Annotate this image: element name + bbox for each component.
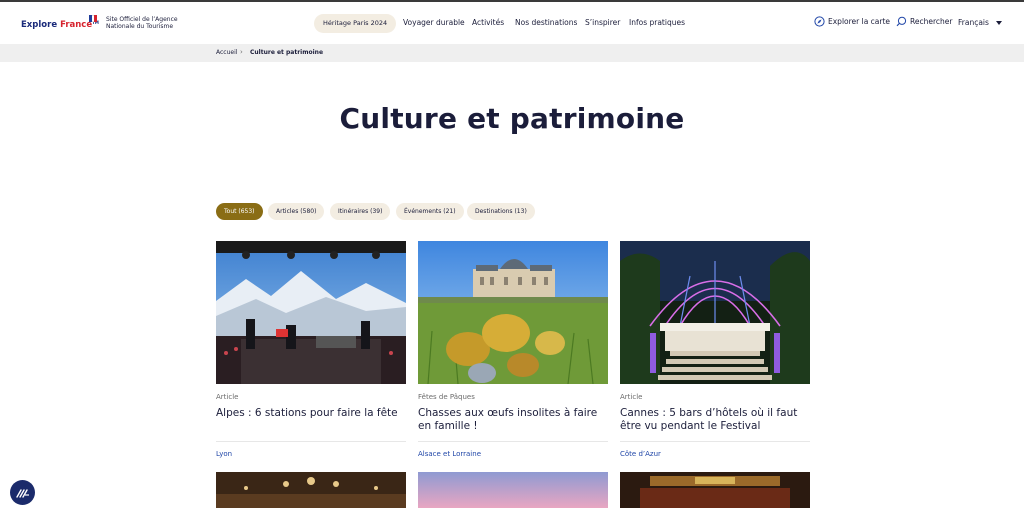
nav-activites[interactable]: Activités: [472, 18, 504, 27]
filter-itineraries[interactable]: Itinéraires (39): [330, 203, 391, 220]
card-divider: [418, 441, 608, 442]
article-card-image-partial[interactable]: [418, 472, 608, 508]
official-line-2: Nationale du Tourisme: [106, 23, 174, 30]
nav-nos-destinations[interactable]: Nos destinations: [515, 18, 577, 27]
accessibility-icon: [15, 488, 29, 498]
card-divider: [620, 441, 810, 442]
language-label: Français: [958, 18, 989, 27]
search-icon: [896, 16, 907, 27]
logo-word-explore: Explore: [21, 20, 58, 30]
explore-map-label: Explorer la carte: [828, 17, 891, 26]
card-location-link[interactable]: Alsace et Lorraine: [418, 450, 481, 458]
card-category: Fêtes de Pâques: [418, 393, 475, 401]
card-title[interactable]: Cannes : 5 bars d’hôtels où il faut être…: [620, 407, 810, 433]
card-category: Article: [620, 393, 643, 401]
french-flag-icon: [89, 15, 98, 22]
card-title[interactable]: Alpes : 6 stations pour faire la fête: [216, 407, 406, 420]
card-location-link[interactable]: Côte d’Azur: [620, 450, 661, 458]
official-line-1: Site Officiel de l’Agence: [106, 16, 178, 23]
article-card[interactable]: Fêtes de Pâques Chasses aux œufs insolit…: [418, 241, 608, 458]
search-button[interactable]: Rechercher: [896, 16, 952, 27]
card-divider: [216, 441, 406, 442]
site-header: Explore FranceTM Site Officiel de l’Agen…: [0, 2, 1024, 44]
article-card[interactable]: Article Alpes : 6 stations pour faire la…: [216, 241, 406, 458]
nav-voyager-durable[interactable]: Voyager durable: [403, 18, 465, 27]
compass-icon: [814, 16, 825, 27]
card-title[interactable]: Chasses aux œufs insolites à faire en fa…: [418, 407, 608, 433]
breadcrumb-home[interactable]: Accueil: [216, 49, 237, 56]
filter-destinations[interactable]: Destinations (13): [467, 203, 535, 220]
article-card-image-partial[interactable]: [216, 472, 406, 508]
filter-articles[interactable]: Articles (580): [268, 203, 325, 220]
caret-down-icon: [995, 20, 1002, 25]
accessibility-button[interactable]: [10, 480, 35, 505]
page-title: Culture et patrimoine: [339, 102, 685, 135]
nav-heritage-paris-2024[interactable]: Héritage Paris 2024: [314, 14, 397, 33]
explore-map-button[interactable]: Explorer la carte: [814, 16, 890, 27]
filter-all[interactable]: Tout (653): [216, 203, 263, 220]
filter-events[interactable]: Événements (21): [396, 203, 464, 220]
logo-word-france: France: [60, 20, 93, 30]
nav-s-inspirer[interactable]: S’inspirer: [585, 18, 620, 27]
language-selector[interactable]: Français: [958, 18, 1003, 27]
chevron-right-icon: ›: [240, 48, 243, 56]
card-location-link[interactable]: Lyon: [216, 450, 232, 458]
mountain-concert-image[interactable]: [216, 241, 406, 384]
hotel-bar-dome-image[interactable]: [620, 241, 810, 384]
explore-france-logo[interactable]: Explore FranceTM: [21, 20, 99, 30]
breadcrumb-current: Culture et patrimoine: [250, 49, 324, 56]
card-category: Article: [216, 393, 239, 401]
breadcrumb: Accueil › Culture et patrimoine: [0, 44, 1024, 62]
chateau-easter-eggs-image[interactable]: [418, 241, 608, 384]
search-label: Rechercher: [910, 17, 953, 26]
article-card[interactable]: Article Cannes : 5 bars d’hôtels où il f…: [620, 241, 810, 458]
nav-infos-pratiques[interactable]: Infos pratiques: [629, 18, 685, 27]
official-site-text: Site Officiel de l’Agence Nationale du T…: [106, 16, 178, 30]
article-card-image-partial[interactable]: [620, 472, 810, 508]
